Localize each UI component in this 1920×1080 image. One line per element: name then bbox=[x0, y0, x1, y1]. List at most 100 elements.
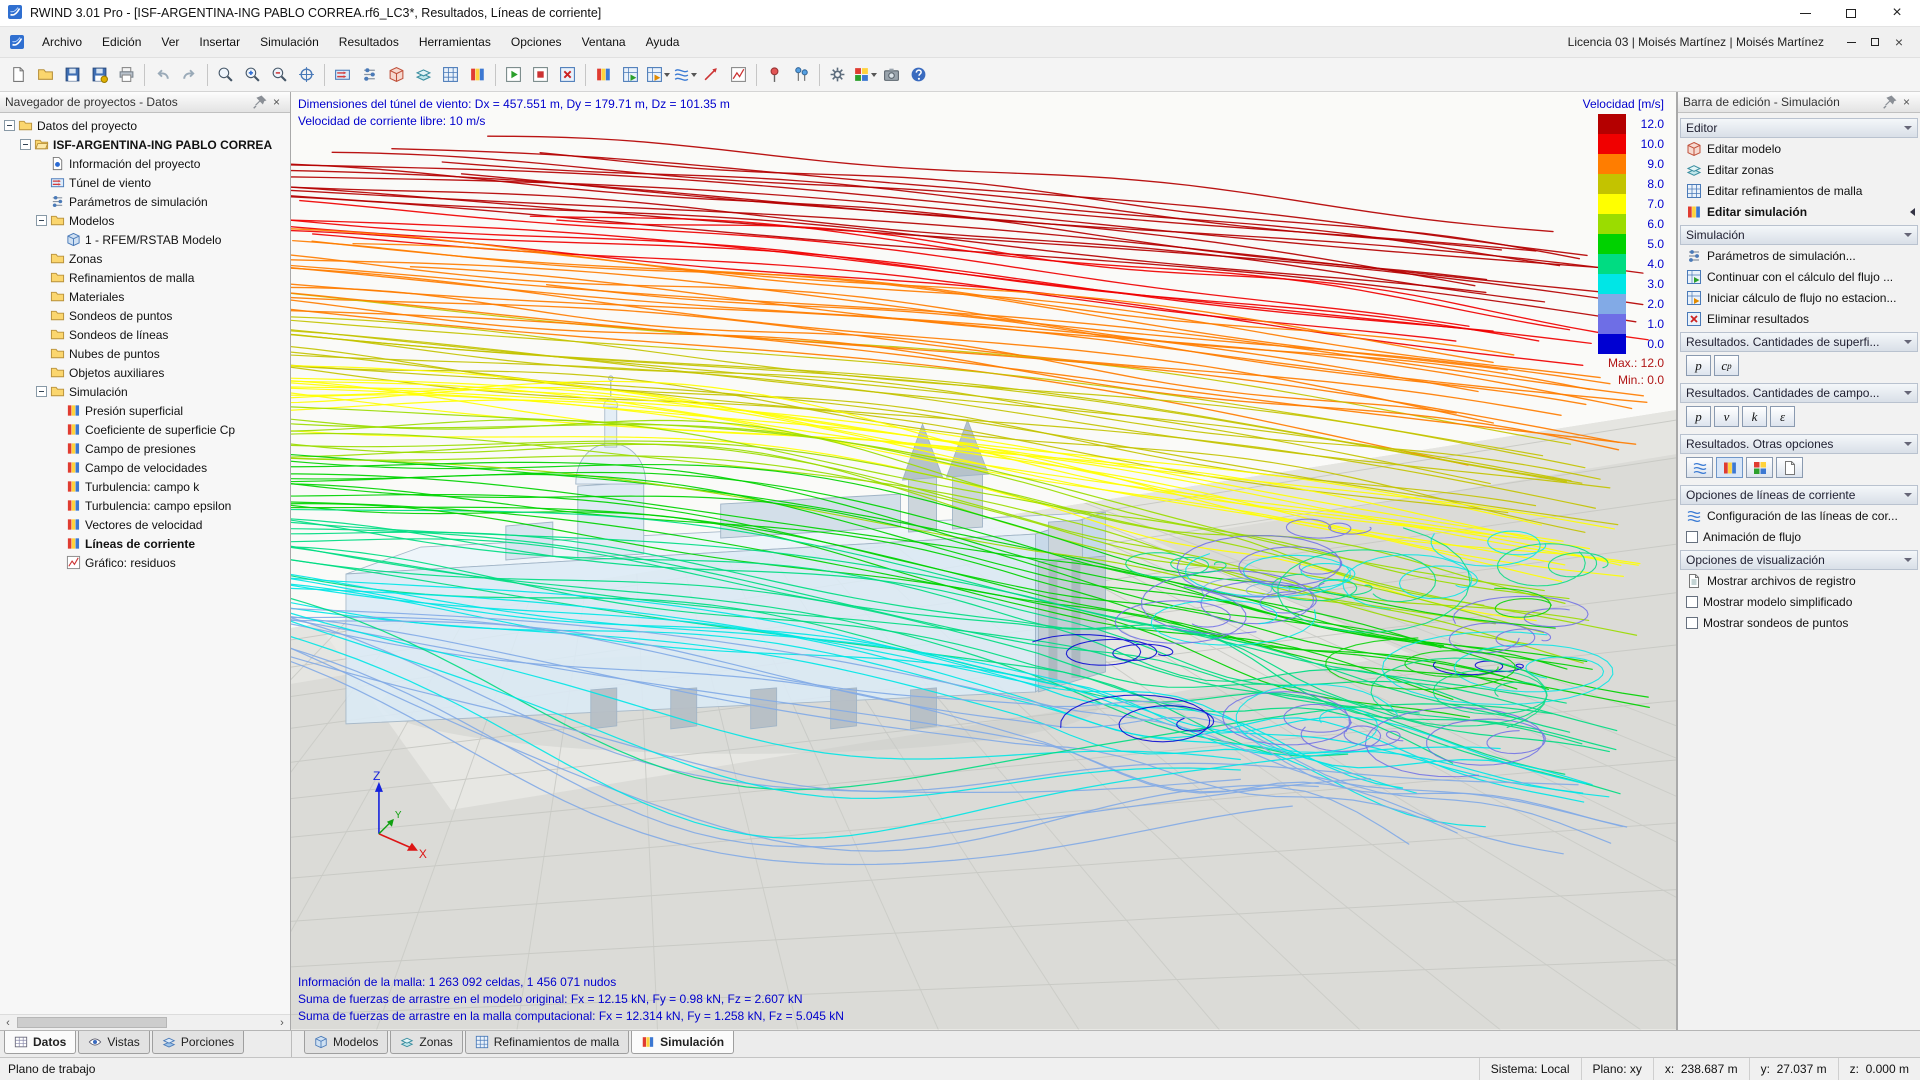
collapse-icon[interactable] bbox=[36, 215, 47, 226]
simulation-parameters-button[interactable] bbox=[357, 62, 382, 88]
tree-item-nubes-de-puntos[interactable]: Nubes de puntos bbox=[0, 344, 289, 363]
result-quantity-button-[interactable]: ε bbox=[1770, 406, 1795, 427]
mdi-restore-button[interactable] bbox=[1864, 32, 1886, 52]
close-panel-icon[interactable]: × bbox=[268, 94, 285, 110]
close-panel-icon[interactable]: × bbox=[1898, 94, 1915, 110]
pin-icon[interactable] bbox=[1881, 94, 1898, 110]
edit-item-continuar-con-el-calculo-del-flujo[interactable]: Continuar con el cálculo del flujo ... bbox=[1680, 266, 1918, 287]
center-view-button[interactable] bbox=[294, 62, 319, 88]
tree-item-lineas-de-corriente[interactable]: Líneas de corriente bbox=[0, 534, 289, 553]
export-view-button[interactable] bbox=[1776, 457, 1803, 478]
stop-calculation-button[interactable] bbox=[528, 62, 553, 88]
residuals-chart-button[interactable] bbox=[726, 62, 751, 88]
print-button[interactable] bbox=[114, 62, 139, 88]
screenshot-button[interactable] bbox=[879, 62, 904, 88]
status-plane[interactable]: Plano: xy bbox=[1581, 1058, 1653, 1080]
zoom-window-button[interactable] bbox=[213, 62, 238, 88]
tree-item-sondeos-de-puntos[interactable]: Sondeos de puntos bbox=[0, 306, 289, 325]
menu-resultados[interactable]: Resultados bbox=[329, 31, 409, 53]
tree-item-campo-de-velocidades[interactable]: Campo de velocidades bbox=[0, 458, 289, 477]
collapse-icon[interactable] bbox=[20, 139, 31, 150]
streamlines-results-button[interactable] bbox=[672, 62, 697, 88]
line-probes-button[interactable] bbox=[789, 62, 814, 88]
tree-item-coeficiente-de-superficie-cp[interactable]: Coeficiente de superficie Cp bbox=[0, 420, 289, 439]
tab-porciones[interactable]: Porciones bbox=[152, 1031, 244, 1054]
result-quantity-button-p[interactable]: p bbox=[1686, 406, 1711, 427]
section-header-simulacion[interactable]: Simulación bbox=[1680, 225, 1918, 245]
menu-ayuda[interactable]: Ayuda bbox=[636, 31, 690, 53]
status-system[interactable]: Sistema: Local bbox=[1479, 1058, 1581, 1080]
mdi-close-button[interactable]: × bbox=[1888, 32, 1910, 52]
tree-item-objetos-auxiliares[interactable]: Objetos auxiliares bbox=[0, 363, 289, 382]
zoom-in-button[interactable] bbox=[240, 62, 265, 88]
dropdown-arrow-icon[interactable] bbox=[664, 73, 670, 77]
edit-item-mostrar-sondeos-de-puntos[interactable]: Mostrar sondeos de puntos bbox=[1680, 612, 1918, 633]
edit-model-button[interactable] bbox=[384, 62, 409, 88]
tree-item-informacion-del-proyecto[interactable]: Información del proyecto bbox=[0, 154, 289, 173]
scroll-right-arrow[interactable]: › bbox=[274, 1015, 290, 1030]
checkbox[interactable] bbox=[1686, 596, 1698, 608]
section-header-resultados-otras-opciones[interactable]: Resultados. Otras opciones bbox=[1680, 434, 1918, 454]
viewport-3d[interactable]: ZXY bbox=[291, 92, 1676, 1030]
delete-results-button[interactable] bbox=[555, 62, 580, 88]
menu-herramientas[interactable]: Herramientas bbox=[409, 31, 501, 53]
scroll-left-arrow[interactable]: ‹ bbox=[0, 1015, 16, 1030]
tree-item-refinamientos-de-malla[interactable]: Refinamientos de malla bbox=[0, 268, 289, 287]
result-quantity-button-k[interactable]: k bbox=[1742, 406, 1767, 427]
close-button[interactable]: × bbox=[1874, 0, 1920, 26]
minimize-button[interactable] bbox=[1782, 0, 1828, 26]
section-header-resultados-cantidades-de-campo[interactable]: Resultados. Cantidades de campo... bbox=[1680, 383, 1918, 403]
save-project-button[interactable] bbox=[60, 62, 85, 88]
collapse-icon[interactable] bbox=[36, 386, 47, 397]
zoom-out-button[interactable] bbox=[267, 62, 292, 88]
tab-simulacion[interactable]: Simulación bbox=[631, 1031, 734, 1054]
edit-zones-button[interactable] bbox=[411, 62, 436, 88]
display-options-button[interactable] bbox=[825, 62, 850, 88]
edit-item-editar-refinamientos-de-malla[interactable]: Editar refinamientos de malla bbox=[1680, 180, 1918, 201]
horizontal-scrollbar[interactable]: ‹ › bbox=[0, 1014, 290, 1030]
legend-options-button[interactable] bbox=[1746, 457, 1773, 478]
section-header-opciones-de-lineas-de-corriente[interactable]: Opciones de líneas de corriente bbox=[1680, 485, 1918, 505]
surface-pressure-results-button[interactable] bbox=[591, 62, 616, 88]
tree-item-simulacion[interactable]: Simulación bbox=[0, 382, 289, 401]
section-header-resultados-cantidades-de-superfi[interactable]: Resultados. Cantidades de superfi... bbox=[1680, 332, 1918, 352]
color-plot-button[interactable] bbox=[1716, 457, 1743, 478]
tree-item-parametros-de-simulacion[interactable]: Parámetros de simulación bbox=[0, 192, 289, 211]
edit-mesh-refinements-button[interactable] bbox=[438, 62, 463, 88]
tree-item-modelos[interactable]: Modelos bbox=[0, 211, 289, 230]
tree-item-1-rfem-rstab-modelo[interactable]: 1 - RFEM/RSTAB Modelo bbox=[0, 230, 289, 249]
tab-datos[interactable]: Datos bbox=[4, 1031, 76, 1054]
edit-item-editar-modelo[interactable]: Editar modelo bbox=[1680, 138, 1918, 159]
edit-item-mostrar-modelo-simplificado[interactable]: Mostrar modelo simplificado bbox=[1680, 591, 1918, 612]
checkbox[interactable] bbox=[1686, 617, 1698, 629]
tab-refinamientos-de-malla[interactable]: Refinamientos de malla bbox=[465, 1031, 629, 1054]
edit-item-editar-simulacion[interactable]: Editar simulación bbox=[1680, 201, 1918, 222]
edit-item-parametros-de-simulacion[interactable]: Parámetros de simulación... bbox=[1680, 245, 1918, 266]
streamline-display-button[interactable] bbox=[1686, 457, 1713, 478]
edit-item-mostrar-archivos-de-registro[interactable]: Mostrar archivos de registro bbox=[1680, 570, 1918, 591]
checkbox[interactable] bbox=[1686, 531, 1698, 543]
edit-item-iniciar-calculo-de-flujo-no-estacion[interactable]: Iniciar cálculo de flujo no estacion... bbox=[1680, 287, 1918, 308]
menu-simulacion[interactable]: Simulación bbox=[250, 31, 329, 53]
tree-item-turbulencia-campo-epsilon[interactable]: Turbulencia: campo epsilon bbox=[0, 496, 289, 515]
edit-item-editar-zonas[interactable]: Editar zonas bbox=[1680, 159, 1918, 180]
save-as-button[interactable] bbox=[87, 62, 112, 88]
menu-ventana[interactable]: Ventana bbox=[572, 31, 636, 53]
result-quantity-button-p[interactable]: p bbox=[1686, 355, 1711, 376]
help-button[interactable] bbox=[906, 62, 931, 88]
tree-item-turbulencia-campo-k[interactable]: Turbulencia: campo k bbox=[0, 477, 289, 496]
tree-item-vectores-de-velocidad[interactable]: Vectores de velocidad bbox=[0, 515, 289, 534]
menu-archivo[interactable]: Archivo bbox=[32, 31, 92, 53]
menu-insertar[interactable]: Insertar bbox=[189, 31, 250, 53]
scrollbar-thumb[interactable] bbox=[17, 1017, 167, 1028]
pin-icon[interactable] bbox=[251, 94, 268, 110]
tab-modelos[interactable]: Modelos bbox=[304, 1031, 388, 1054]
menu-ver[interactable]: Ver bbox=[151, 31, 189, 53]
tree-item-sondeos-de-lineas[interactable]: Sondeos de líneas bbox=[0, 325, 289, 344]
color-scale-button[interactable] bbox=[852, 62, 877, 88]
open-project-button[interactable] bbox=[33, 62, 58, 88]
edit-simulation-button[interactable] bbox=[465, 62, 490, 88]
tree-item-tunel-de-viento[interactable]: Túnel de viento bbox=[0, 173, 289, 192]
tree-item-datos-del-proyecto[interactable]: Datos del proyecto bbox=[0, 116, 289, 135]
maximize-button[interactable] bbox=[1828, 0, 1874, 26]
